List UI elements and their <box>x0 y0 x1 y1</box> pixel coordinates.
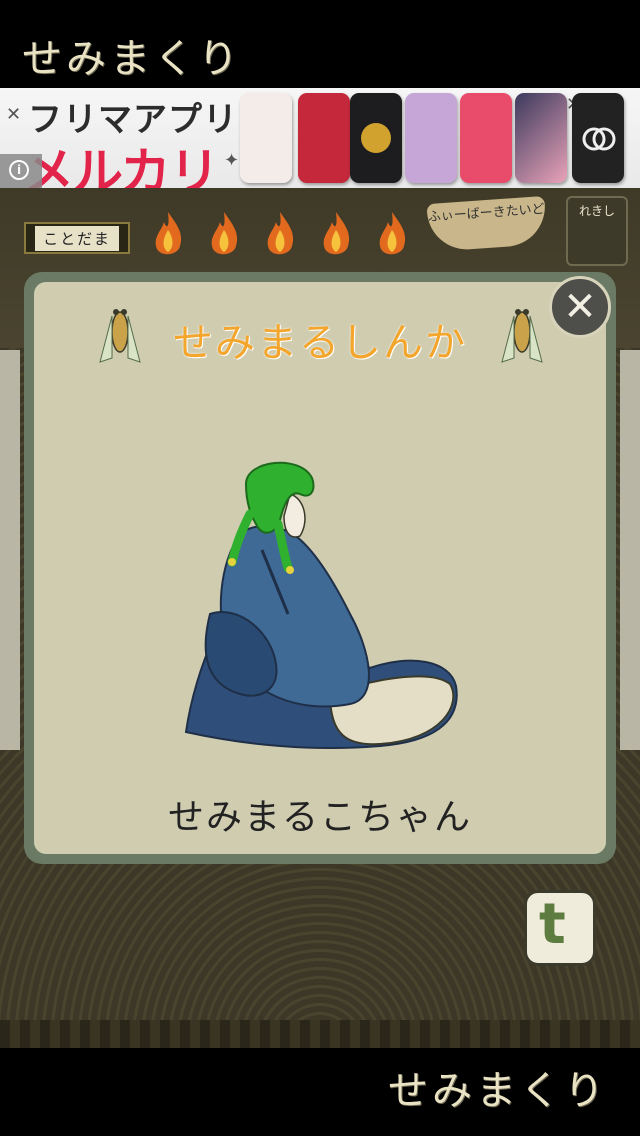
kotodama-label-box: ことだま <box>24 222 130 254</box>
twitter-icon: t <box>539 892 566 957</box>
close-button[interactable]: ✕ <box>549 276 611 338</box>
history-button[interactable]: れきし <box>566 196 628 266</box>
close-icon: ✕ <box>563 284 597 330</box>
ad-info-button[interactable]: i <box>0 154 42 188</box>
phone-case-image <box>405 93 457 183</box>
history-label: れきし <box>578 204 615 218</box>
right-shoji-panel <box>620 350 640 750</box>
info-icon: i <box>9 160 29 180</box>
flame-icon <box>323 212 350 255</box>
modal-title: せみまるしんか <box>173 320 467 366</box>
phone-case-image <box>350 93 402 183</box>
kotodama-label: ことだま <box>35 225 119 251</box>
sparkle-icon: ✦ <box>224 150 240 171</box>
phone-case-image <box>460 93 512 183</box>
floor-strip <box>0 1020 640 1048</box>
phone-case-image <box>515 93 567 183</box>
app-brand-bottom: せみまくり <box>388 1068 608 1114</box>
flame-icon <box>155 212 182 255</box>
ad-line2: メルカリ <box>24 143 219 188</box>
app-brand-top: せみまくり <box>22 36 242 82</box>
ad-banner[interactable]: フリマアプリ メルカリ ✕ ✦ ✕ i <box>0 88 640 188</box>
cicada-icon <box>501 309 543 363</box>
flame-icon <box>267 212 294 255</box>
character-illustration <box>184 461 458 750</box>
phone-case-image <box>240 93 292 183</box>
phone-case-image <box>298 93 350 183</box>
left-shoji-panel <box>0 350 20 750</box>
flame-icon <box>379 212 406 255</box>
flame-icon <box>211 212 238 255</box>
character-name: せみまるこちゃん <box>167 797 472 838</box>
sparkle-icon: ✕ <box>6 104 22 125</box>
twitter-share-button[interactable]: t <box>524 890 596 966</box>
phone-case-image <box>572 93 624 183</box>
